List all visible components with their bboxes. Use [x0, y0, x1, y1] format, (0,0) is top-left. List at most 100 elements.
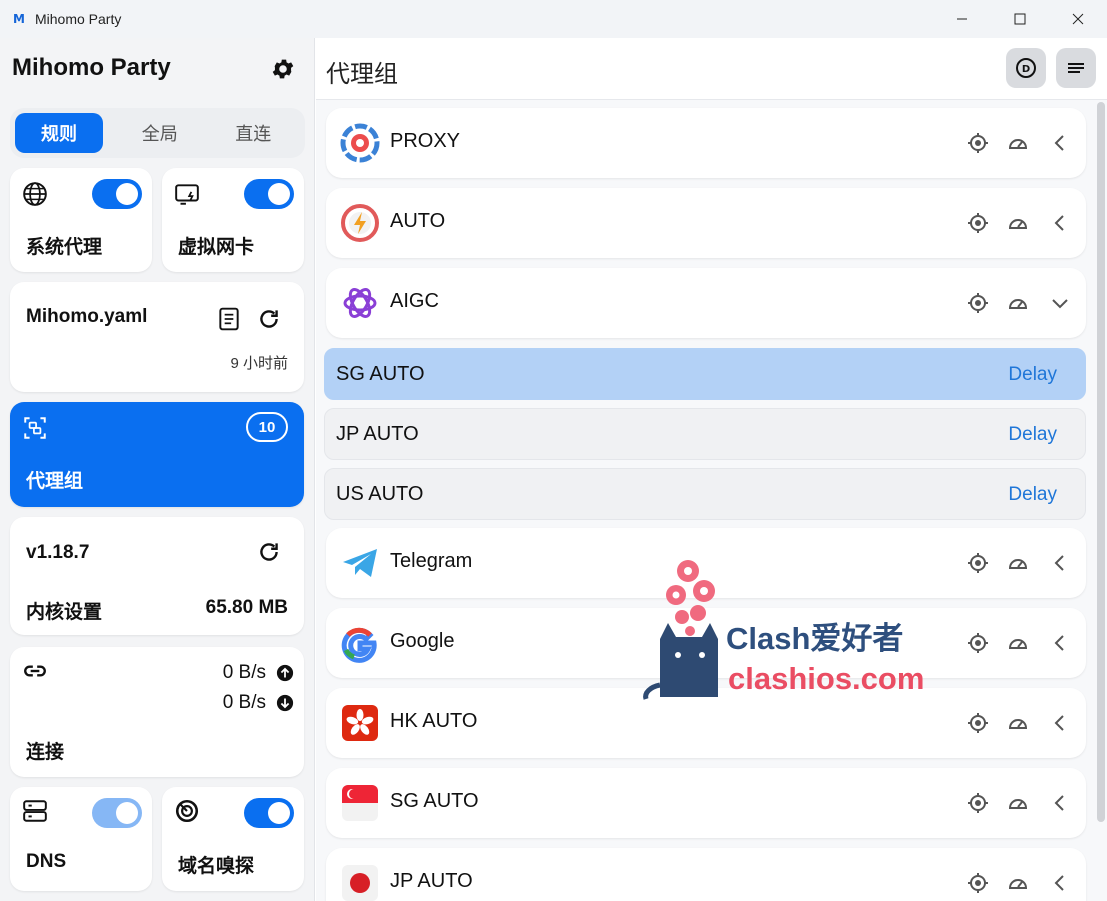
group-name: HK AUTO [390, 710, 478, 732]
sniff-card[interactable]: 域名嗅探 [162, 787, 304, 891]
speedometer-icon[interactable] [1006, 711, 1030, 735]
chevron-left-icon[interactable] [1048, 631, 1072, 655]
proxy-item[interactable]: US AUTO Delay [324, 468, 1086, 520]
dns-toggle[interactable] [92, 798, 142, 828]
hk-flag-icon [342, 705, 378, 741]
chevron-left-icon[interactable] [1048, 791, 1072, 815]
chevron-left-icon[interactable] [1048, 711, 1072, 735]
speedometer-icon[interactable] [1006, 791, 1030, 815]
tun-card[interactable]: 虚拟网卡 [162, 168, 304, 272]
lightning-icon [341, 204, 379, 242]
core-card[interactable]: v1.18.7 内核设置 65.80 MB [10, 517, 304, 635]
jp-flag-icon [342, 865, 378, 901]
group-name: AIGC [390, 290, 439, 312]
tab-rule[interactable]: 规则 [15, 113, 103, 153]
openai-icon [343, 288, 377, 318]
upload-arrow-icon [276, 664, 294, 682]
locate-icon[interactable] [966, 871, 990, 895]
locate-icon[interactable] [966, 631, 990, 655]
group-name: PROXY [390, 130, 461, 152]
watermark: Clash爱好者 clashios.com [640, 555, 930, 705]
chevron-left-icon[interactable] [1048, 211, 1072, 235]
chevron-down-icon[interactable] [1048, 291, 1072, 315]
profile-name: Mihomo.yaml [26, 306, 148, 327]
chevron-left-icon[interactable] [1048, 551, 1072, 575]
menu-lines-icon [1068, 63, 1084, 73]
tun-toggle[interactable] [244, 179, 294, 209]
tab-direct[interactable]: 直连 [207, 113, 301, 153]
proxy-groups-card[interactable]: 10 代理组 [10, 402, 304, 507]
proxy-item[interactable]: JP AUTO Delay [324, 408, 1086, 460]
sniff-label: 域名嗅探 [178, 856, 255, 877]
tab-global[interactable]: 全局 [113, 113, 207, 153]
proxy-groups-icon [24, 417, 46, 439]
group-row-auto[interactable]: AUTO [326, 188, 1086, 258]
sniff-toggle[interactable] [244, 798, 294, 828]
speedometer-icon[interactable] [1006, 211, 1030, 235]
app-title: Mihomo Party [12, 54, 171, 81]
page-title: 代理组 [326, 61, 398, 88]
telegram-icon [343, 549, 377, 577]
window-controls [933, 0, 1107, 38]
proxy-item[interactable]: SG AUTO Delay [324, 348, 1086, 400]
maximize-button[interactable] [991, 0, 1049, 38]
document-icon[interactable] [216, 306, 242, 332]
scrollbar[interactable] [1097, 102, 1105, 822]
delay-mode-button[interactable]: D [1006, 48, 1046, 88]
svg-text:D: D [1022, 64, 1030, 75]
proxy-ring-icon [340, 123, 380, 163]
system-proxy-label: 系统代理 [26, 237, 103, 258]
speedometer-icon[interactable] [1006, 131, 1030, 155]
group-name: AUTO [390, 210, 446, 232]
server-icon [23, 800, 47, 822]
radar-icon [175, 799, 199, 823]
minimize-button[interactable] [933, 0, 991, 38]
sidebar: Mihomo Party 规则 全局 直连 系统代理 虚拟网卡 Mihomo.y… [0, 38, 315, 901]
watermark-url: clashios.com [728, 661, 925, 696]
group-name: JP AUTO [390, 870, 473, 892]
locate-icon[interactable] [966, 211, 990, 235]
core-restart-icon[interactable] [256, 539, 282, 565]
locate-icon[interactable] [966, 791, 990, 815]
delay-test-button[interactable]: Delay [1008, 484, 1057, 506]
speedometer-icon[interactable] [1006, 871, 1030, 895]
chevron-left-icon[interactable] [1048, 871, 1072, 895]
system-proxy-card[interactable]: 系统代理 [10, 168, 152, 272]
download-arrow-icon [276, 694, 294, 712]
app-logo-icon: M [13, 12, 25, 26]
tun-label: 虚拟网卡 [178, 237, 255, 258]
speedometer-icon[interactable] [1006, 291, 1030, 315]
close-button[interactable] [1049, 0, 1107, 38]
locate-icon[interactable] [966, 131, 990, 155]
watermark-title: Clash爱好者 [726, 621, 904, 656]
dns-label: DNS [26, 851, 67, 872]
group-row-aigc[interactable]: AIGC [326, 268, 1086, 338]
profile-card[interactable]: Mihomo.yaml 9 小时前 [10, 282, 304, 392]
group-row-sg-auto[interactable]: SG AUTO [326, 768, 1086, 838]
locate-icon[interactable] [966, 551, 990, 575]
sort-menu-button[interactable] [1056, 48, 1096, 88]
speedometer-icon[interactable] [1006, 551, 1030, 575]
connections-label: 连接 [26, 742, 65, 763]
chevron-left-icon[interactable] [1048, 131, 1072, 155]
group-row-jp-auto[interactable]: JP AUTO [326, 848, 1086, 901]
close-icon [1072, 13, 1084, 25]
proxy-groups-label: 代理组 [26, 471, 84, 492]
link-icon [24, 665, 46, 677]
locate-icon[interactable] [966, 711, 990, 735]
group-row-proxy[interactable]: PROXY [326, 108, 1086, 178]
settings-gear-icon[interactable] [270, 56, 296, 82]
delay-test-button[interactable]: Delay [1008, 424, 1057, 446]
proxy-groups-count-badge: 10 [246, 412, 288, 442]
locate-icon[interactable] [966, 291, 990, 315]
dns-card[interactable]: DNS [10, 787, 152, 891]
refresh-icon[interactable] [256, 306, 282, 332]
connections-card[interactable]: 0 B/s 0 B/s 连接 [10, 647, 304, 777]
system-proxy-toggle[interactable] [92, 179, 142, 209]
maximize-icon [1014, 13, 1026, 25]
mode-tabs: 规则 全局 直连 [10, 108, 305, 158]
delay-test-button[interactable]: Delay [1008, 364, 1057, 386]
speedometer-icon[interactable] [1006, 631, 1030, 655]
globe-icon [23, 182, 47, 206]
core-version: v1.18.7 [26, 542, 90, 563]
